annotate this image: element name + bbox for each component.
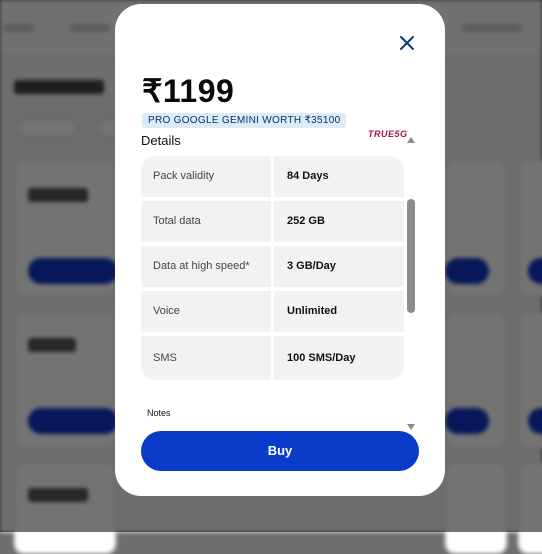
details-heading: Details [141, 133, 181, 148]
table-row: Voice Unlimited [141, 291, 404, 332]
detail-label: Total data [141, 201, 271, 242]
scrollbar-thumb[interactable] [407, 199, 415, 313]
detail-label: SMS [141, 336, 271, 380]
close-button[interactable] [396, 32, 418, 54]
scroll-up-arrow-icon[interactable] [407, 137, 415, 143]
detail-label: Voice [141, 291, 271, 332]
offer-tag: PRO GOOGLE GEMINI WORTH ₹35100 [142, 113, 347, 128]
table-row: Total data 252 GB [141, 201, 404, 242]
table-row: Data at high speed* 3 GB/Day [141, 246, 404, 287]
details-table: Pack validity 84 Days Total data 252 GB … [141, 156, 404, 380]
detail-value: 252 GB [274, 201, 404, 242]
plan-price: ₹1199 [142, 73, 235, 109]
close-icon [400, 36, 414, 50]
detail-value: Unlimited [274, 291, 404, 332]
detail-value: 84 Days [274, 156, 404, 197]
detail-value: 3 GB/Day [274, 246, 404, 287]
true5g-logo: TRUE5G [368, 129, 408, 139]
detail-label: Pack validity [141, 156, 271, 197]
scrollbar[interactable] [406, 137, 416, 433]
table-row: Pack validity 84 Days [141, 156, 404, 197]
buy-button[interactable]: Buy [141, 431, 419, 471]
detail-value: 100 SMS/Day [274, 336, 404, 380]
detail-label: Data at high speed* [141, 246, 271, 287]
table-row: SMS 100 SMS/Day [141, 336, 404, 380]
scroll-down-arrow-icon[interactable] [407, 424, 415, 430]
plan-details-modal: ₹1199 PRO GOOGLE GEMINI WORTH ₹35100 TRU… [115, 4, 445, 496]
notes-heading: Notes [147, 408, 171, 418]
